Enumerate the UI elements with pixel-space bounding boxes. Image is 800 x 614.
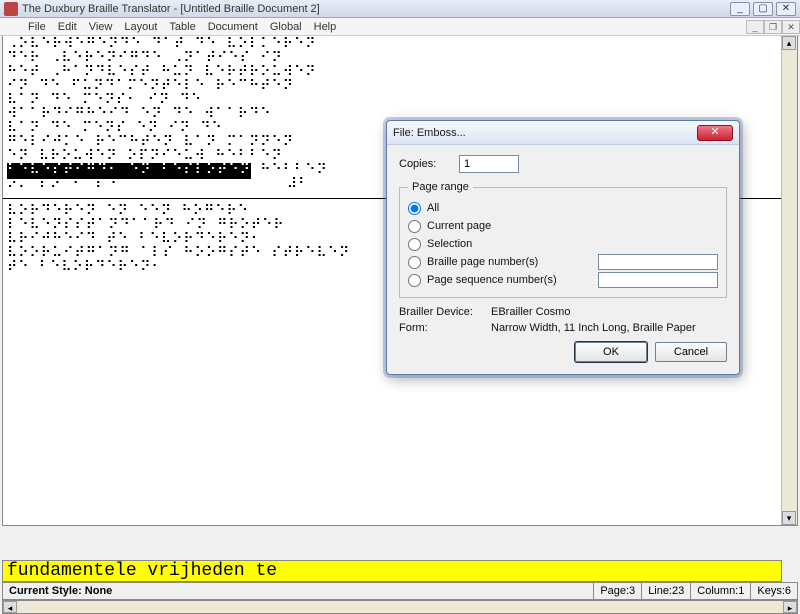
radio-braille-nums[interactable]: [408, 256, 421, 269]
device-label: Brailler Device:: [399, 306, 491, 318]
vertical-scrollbar[interactable]: ▴ ▾: [781, 36, 797, 525]
horizontal-scrollbar[interactable]: ◂ ▸: [2, 600, 798, 614]
maximize-button[interactable]: ▢: [753, 2, 773, 16]
page-range-legend: Page range: [408, 181, 473, 193]
radio-all[interactable]: [408, 202, 421, 215]
emboss-dialog: File: Emboss... ✕ Copies: Page range All…: [386, 120, 740, 375]
menu-help[interactable]: Help: [308, 21, 343, 33]
radio-seq-nums-label: Page sequence number(s): [427, 274, 557, 286]
dialog-body: Copies: Page range All Current page Sele…: [387, 145, 739, 374]
seq-nums-input[interactable]: [598, 272, 718, 288]
scroll-down-icon[interactable]: ▾: [782, 511, 796, 525]
form-label: Form:: [399, 322, 491, 334]
status-line: Line:23: [642, 583, 691, 599]
device-value: EBrailler Cosmo: [491, 306, 570, 318]
braille-nums-input[interactable]: [598, 254, 718, 270]
scroll-left-icon[interactable]: ◂: [3, 601, 17, 613]
menu-bar: File Edit View Layout Table Document Glo…: [0, 18, 800, 36]
app-icon: [4, 2, 18, 16]
menu-table[interactable]: Table: [163, 21, 201, 33]
page-range-fieldset: Page range All Current page Selection Br…: [399, 181, 727, 298]
copies-label: Copies:: [399, 158, 459, 170]
status-bar: Current Style: None Page:3 Line:23 Colum…: [2, 582, 798, 600]
dialog-title: File: Emboss...: [393, 127, 466, 139]
menu-layout[interactable]: Layout: [118, 21, 163, 33]
status-column: Column:1: [691, 583, 751, 599]
mdi-minimize[interactable]: _: [746, 20, 764, 34]
menu-global[interactable]: Global: [264, 21, 308, 33]
window-title: The Duxbury Braille Translator - [Untitl…: [22, 3, 730, 15]
mdi-doc-icon: [4, 21, 16, 33]
mdi-controls: _ ❐ ✕: [746, 20, 800, 34]
mdi-restore[interactable]: ❐: [764, 20, 782, 34]
dialog-titlebar[interactable]: File: Emboss... ✕: [387, 121, 739, 145]
radio-current-label: Current page: [427, 220, 491, 232]
minimize-button[interactable]: _: [730, 2, 750, 16]
menu-view[interactable]: View: [83, 21, 119, 33]
close-button[interactable]: ✕: [776, 2, 796, 16]
cancel-button[interactable]: Cancel: [655, 342, 727, 362]
radio-selection-label: Selection: [427, 238, 472, 250]
menu-document[interactable]: Document: [202, 21, 264, 33]
radio-current[interactable]: [408, 220, 421, 233]
menu-edit[interactable]: Edit: [52, 21, 83, 33]
copies-input[interactable]: [459, 155, 519, 173]
radio-braille-nums-label: Braille page number(s): [427, 256, 538, 268]
status-keys: Keys:6: [751, 583, 797, 599]
radio-seq-nums[interactable]: [408, 274, 421, 287]
window-controls: _ ▢ ✕: [730, 2, 796, 16]
menu-file[interactable]: File: [22, 21, 52, 33]
dialog-close-button[interactable]: ✕: [697, 125, 733, 141]
scroll-right-icon[interactable]: ▸: [783, 601, 797, 613]
status-style: Current Style: None: [3, 583, 594, 599]
ok-button[interactable]: OK: [575, 342, 647, 362]
radio-all-label: All: [427, 202, 439, 214]
form-value: Narrow Width, 11 Inch Long, Braille Pape…: [491, 322, 696, 334]
translated-line: fundamentele vrijheden te: [2, 560, 782, 582]
status-page: Page:3: [594, 583, 642, 599]
radio-selection[interactable]: [408, 238, 421, 251]
scroll-up-icon[interactable]: ▴: [782, 36, 796, 50]
mdi-close[interactable]: ✕: [782, 20, 800, 34]
title-bar: The Duxbury Braille Translator - [Untitl…: [0, 0, 800, 18]
